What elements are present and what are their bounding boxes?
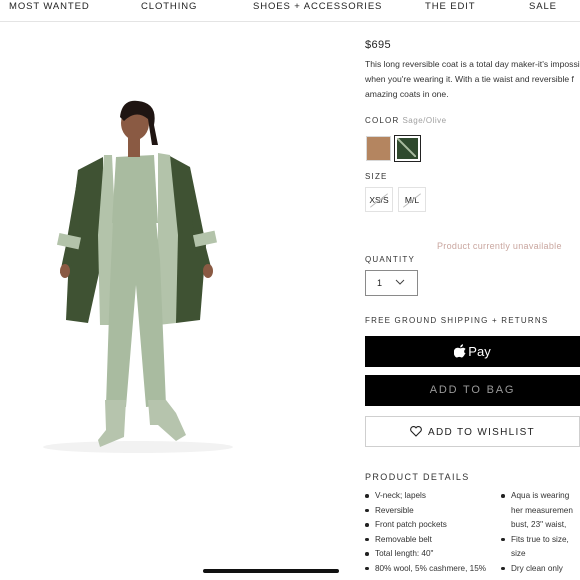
list-item: Dry clean only bbox=[501, 562, 573, 577]
chevron-down-icon bbox=[395, 278, 405, 288]
description-line: amazing coats in one. bbox=[365, 89, 449, 99]
list-item: Front patch pockets bbox=[365, 518, 486, 533]
nav-clothing[interactable]: CLOTHING bbox=[141, 1, 197, 12]
apple-icon bbox=[454, 338, 467, 369]
selected-color-name: Sage/Olive bbox=[402, 116, 447, 125]
swatch-sage-olive-fill bbox=[397, 138, 418, 159]
product-description: This long reversible coat is a total day… bbox=[365, 57, 580, 102]
size-option-m-l[interactable]: M/L bbox=[398, 187, 426, 212]
shipping-notice: FREE GROUND SHIPPING + RETURNS bbox=[365, 316, 549, 325]
list-item: V-neck; lapels bbox=[365, 489, 486, 504]
list-item: her measuremen bbox=[511, 505, 573, 515]
list-item: Total length: 40" bbox=[365, 547, 486, 562]
heart-icon bbox=[410, 419, 422, 450]
list-item: bust, 23" waist, bbox=[511, 520, 567, 529]
swatch-diagonal-icon bbox=[397, 138, 417, 158]
apple-pay-button[interactable]: Pay bbox=[365, 336, 580, 367]
product-price: $695 bbox=[365, 39, 392, 51]
horizontal-scrollbar[interactable] bbox=[203, 569, 339, 573]
product-details-title: PRODUCT DETAILS bbox=[365, 472, 470, 482]
quantity-label: QUANTITY bbox=[365, 255, 416, 264]
swatch-sage-olive[interactable] bbox=[394, 135, 421, 162]
list-item: Fits true to size, bbox=[501, 533, 573, 548]
list-item: Aqua is wearing bbox=[501, 489, 573, 504]
add-to-bag-button[interactable]: ADD TO BAG bbox=[365, 375, 580, 406]
details-list-left: V-neck; lapels Reversible Front patch po… bbox=[365, 489, 486, 576]
details-list-right: Aqua is wearing her measuremen bust, 23"… bbox=[501, 489, 573, 576]
color-label-text: COLOR bbox=[365, 116, 400, 125]
wishlist-label: ADD TO WISHLIST bbox=[428, 427, 535, 438]
product-info-panel: $695 This long reversible coat is a tota… bbox=[365, 0, 580, 580]
list-item: Removable belt bbox=[365, 533, 486, 548]
list-item: 80% wool, 5% cashmere, 15% bbox=[365, 562, 486, 577]
size-option-xs-s[interactable]: XS/S bbox=[365, 187, 393, 212]
color-label: COLOR Sage/Olive bbox=[365, 116, 447, 125]
apple-pay-label: Pay bbox=[468, 344, 491, 359]
product-image[interactable] bbox=[8, 95, 273, 460]
unavailable-message: Product currently unavailable bbox=[437, 241, 562, 251]
nav-most-wanted[interactable]: MOST WANTED bbox=[9, 1, 90, 12]
nav-shoes-accessories[interactable]: SHOES + ACCESSORIES bbox=[253, 1, 382, 12]
size-label: SIZE bbox=[365, 172, 388, 181]
quantity-value: 1 bbox=[377, 278, 383, 288]
model-illustration bbox=[8, 95, 273, 460]
add-to-wishlist-button[interactable]: ADD TO WISHLIST bbox=[365, 416, 580, 447]
list-item: Reversible bbox=[365, 504, 486, 519]
quantity-select[interactable]: 1 bbox=[365, 270, 418, 296]
swatch-camel[interactable] bbox=[366, 136, 391, 161]
list-item: size bbox=[511, 549, 526, 558]
description-line: This long reversible coat is a total day… bbox=[365, 59, 580, 69]
description-line: when you're wearing it. With a tie waist… bbox=[365, 74, 574, 84]
